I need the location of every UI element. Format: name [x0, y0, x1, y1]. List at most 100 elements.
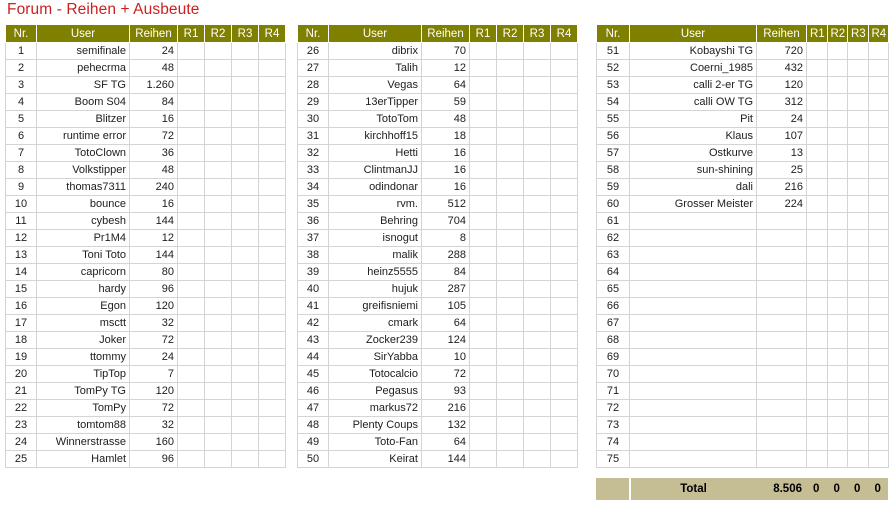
table-row[interactable]: 71 — [596, 382, 889, 400]
cell-nr[interactable]: 4 — [5, 93, 37, 111]
table-row[interactable]: 12 Pr1M4 12 — [5, 229, 286, 247]
cell-r2[interactable] — [826, 42, 848, 60]
cell-r2[interactable] — [826, 331, 848, 349]
table-row[interactable]: 31 kirchhoff15 18 — [297, 127, 578, 145]
cell-user[interactable]: calli 2-er TG — [629, 76, 757, 94]
cell-user[interactable]: Ostkurve — [629, 144, 757, 162]
table-row[interactable]: 17 msctt 32 — [5, 314, 286, 332]
column-header-r2[interactable]: R2 — [204, 24, 232, 43]
cell-nr[interactable]: 11 — [5, 212, 37, 230]
cell-user[interactable]: odindonar — [328, 178, 422, 196]
cell-nr[interactable]: 33 — [297, 161, 329, 179]
cell-r4[interactable] — [867, 93, 889, 111]
cell-reihen[interactable]: 12 — [129, 229, 178, 247]
cell-r1[interactable] — [469, 280, 497, 298]
cell-reihen[interactable] — [756, 399, 807, 417]
cell-user[interactable]: Pegasus — [328, 382, 422, 400]
cell-r3[interactable] — [847, 450, 869, 468]
cell-user[interactable]: bounce — [36, 195, 130, 213]
cell-nr[interactable]: 23 — [5, 416, 37, 434]
cell-reihen[interactable]: 93 — [421, 382, 470, 400]
cell-r1[interactable] — [469, 76, 497, 94]
cell-r2[interactable] — [826, 76, 848, 94]
cell-r1[interactable] — [177, 212, 205, 230]
cell-r4[interactable] — [258, 297, 286, 315]
cell-user[interactable]: Grosser Meister — [629, 195, 757, 213]
cell-reihen[interactable]: 120 — [756, 76, 807, 94]
cell-nr[interactable]: 20 — [5, 365, 37, 383]
cell-r3[interactable] — [847, 382, 869, 400]
cell-r3[interactable] — [523, 76, 551, 94]
cell-r4[interactable] — [258, 246, 286, 264]
table-row[interactable]: 45 Totocalcio 72 — [297, 365, 578, 383]
cell-r1[interactable] — [806, 93, 828, 111]
cell-r4[interactable] — [550, 297, 578, 315]
table-row[interactable]: 69 — [596, 348, 889, 366]
cell-nr[interactable]: 63 — [596, 246, 630, 264]
cell-r1[interactable] — [469, 450, 497, 468]
cell-r2[interactable] — [204, 144, 232, 162]
table-row[interactable]: 33 ClintmanJJ 16 — [297, 161, 578, 179]
cell-r4[interactable] — [550, 263, 578, 281]
cell-r4[interactable] — [258, 382, 286, 400]
cell-r3[interactable] — [231, 331, 259, 349]
cell-r3[interactable] — [523, 433, 551, 451]
table-row[interactable]: 34 odindonar 16 — [297, 178, 578, 196]
cell-user[interactable]: Blitzer — [36, 110, 130, 128]
cell-user[interactable]: capricorn — [36, 263, 130, 281]
table-row[interactable]: 15 hardy 96 — [5, 280, 286, 298]
cell-r4[interactable] — [867, 178, 889, 196]
column-header-r4[interactable]: R4 — [258, 24, 286, 43]
cell-r3[interactable] — [523, 42, 551, 60]
cell-user[interactable] — [629, 399, 757, 417]
cell-r3[interactable] — [231, 76, 259, 94]
cell-r2[interactable] — [496, 195, 524, 213]
cell-reihen[interactable]: 105 — [421, 297, 470, 315]
cell-r3[interactable] — [847, 314, 869, 332]
cell-reihen[interactable] — [756, 416, 807, 434]
cell-r2[interactable] — [496, 365, 524, 383]
column-header-nr[interactable]: Nr. — [5, 24, 37, 43]
cell-r3[interactable] — [847, 110, 869, 128]
table-row[interactable]: 75 — [596, 450, 889, 468]
cell-r2[interactable] — [496, 127, 524, 145]
cell-user[interactable]: thomas7311 — [36, 178, 130, 196]
cell-r2[interactable] — [826, 127, 848, 145]
cell-r2[interactable] — [826, 348, 848, 366]
cell-user[interactable] — [629, 331, 757, 349]
cell-user[interactable]: cmark — [328, 314, 422, 332]
cell-reihen[interactable]: 144 — [129, 246, 178, 264]
table-row[interactable]: 26 dibrix 70 — [297, 42, 578, 60]
cell-r4[interactable] — [867, 127, 889, 145]
table-row[interactable]: 27 Talih 12 — [297, 59, 578, 77]
column-header-user[interactable]: User — [36, 24, 130, 43]
column-header-reihen[interactable]: Reihen — [756, 24, 807, 43]
cell-nr[interactable]: 47 — [297, 399, 329, 417]
cell-r2[interactable] — [496, 433, 524, 451]
cell-r2[interactable] — [826, 314, 848, 332]
column-header-reihen[interactable]: Reihen — [129, 24, 178, 43]
table-row[interactable]: 19 ttommy 24 — [5, 348, 286, 366]
cell-r1[interactable] — [177, 110, 205, 128]
cell-nr[interactable]: 70 — [596, 365, 630, 383]
cell-r4[interactable] — [867, 365, 889, 383]
cell-r1[interactable] — [177, 229, 205, 247]
cell-r3[interactable] — [231, 399, 259, 417]
cell-reihen[interactable]: 107 — [756, 127, 807, 145]
cell-r3[interactable] — [231, 263, 259, 281]
cell-r1[interactable] — [806, 331, 828, 349]
cell-reihen[interactable]: 24 — [756, 110, 807, 128]
cell-r3[interactable] — [847, 365, 869, 383]
cell-reihen[interactable]: 160 — [129, 433, 178, 451]
cell-user[interactable]: Klaus — [629, 127, 757, 145]
cell-r2[interactable] — [204, 450, 232, 468]
cell-r4[interactable] — [867, 144, 889, 162]
cell-nr[interactable]: 17 — [5, 314, 37, 332]
cell-nr[interactable]: 9 — [5, 178, 37, 196]
cell-r2[interactable] — [204, 416, 232, 434]
cell-r2[interactable] — [204, 59, 232, 77]
cell-r4[interactable] — [258, 348, 286, 366]
cell-r3[interactable] — [847, 246, 869, 264]
cell-r2[interactable] — [204, 161, 232, 179]
cell-r1[interactable] — [469, 365, 497, 383]
